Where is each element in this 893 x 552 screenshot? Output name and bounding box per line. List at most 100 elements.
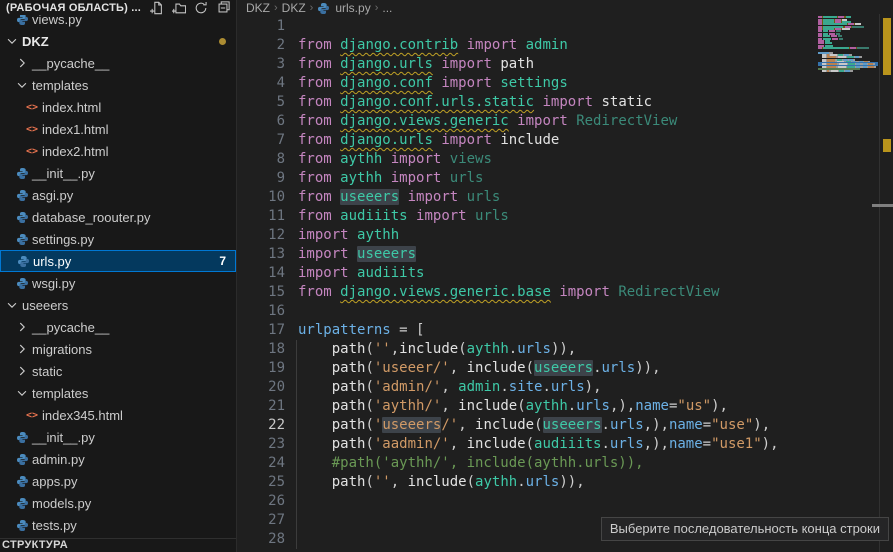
outline-section-header[interactable]: СТРУКТУРА	[0, 538, 236, 552]
chevron-down-icon[interactable]	[14, 77, 30, 93]
line-number[interactable]: 1	[249, 17, 285, 36]
code-line[interactable]: 6from django.views.generic import Redire…	[298, 112, 818, 131]
code-line[interactable]: 11from audiiits import urls	[298, 207, 818, 226]
chevron-right-icon[interactable]	[14, 341, 30, 357]
chevron-right-icon[interactable]	[14, 55, 30, 71]
code-line[interactable]: 8from aythh import views	[298, 150, 818, 169]
code-line[interactable]: 1	[298, 17, 818, 36]
tree-item-useeers[interactable]: useeers	[0, 294, 236, 316]
code-line[interactable]: 18 path('',include(aythh.urls)),	[298, 340, 818, 359]
line-number[interactable]: 9	[249, 169, 285, 188]
line-number[interactable]: 28	[249, 530, 285, 549]
line-number[interactable]: 19	[249, 359, 285, 378]
line-number[interactable]: 14	[249, 264, 285, 283]
line-number[interactable]: 16	[249, 302, 285, 321]
line-number[interactable]: 20	[249, 378, 285, 397]
tree-item-wsgi-py[interactable]: wsgi.py	[0, 272, 236, 294]
overview-ruler[interactable]	[879, 14, 893, 552]
breadcrumb-item[interactable]: DKZ	[282, 1, 306, 15]
tree-item-settings-py[interactable]: settings.py	[0, 228, 236, 250]
tree-item-dkz[interactable]: DKZ	[0, 30, 236, 52]
tree-item-index345-html[interactable]: <>index345.html	[0, 404, 236, 426]
tree-item-index-html[interactable]: <>index.html	[0, 96, 236, 118]
line-number[interactable]: 2	[249, 36, 285, 55]
code-line[interactable]: 12import aythh	[298, 226, 818, 245]
code-token	[298, 417, 332, 433]
collapse-all-icon[interactable]	[216, 1, 230, 15]
code-line[interactable]: 22 path('useeers/', include(useeers.urls…	[298, 416, 818, 435]
code-line[interactable]: 13import useeers	[298, 245, 818, 264]
chevron-down-icon[interactable]	[14, 385, 30, 401]
code-token: .	[542, 379, 550, 395]
breadcrumb-item[interactable]: urls.py	[335, 1, 370, 15]
code-line[interactable]: 3from django.urls import path	[298, 55, 818, 74]
code-line[interactable]: 14import audiiits	[298, 264, 818, 283]
line-number[interactable]: 17	[249, 321, 285, 340]
tree-item-templates[interactable]: templates	[0, 74, 236, 96]
line-number[interactable]: 3	[249, 55, 285, 74]
chevron-down-icon[interactable]	[4, 33, 20, 49]
tree-item--pycache-[interactable]: __pycache__	[0, 316, 236, 338]
line-number[interactable]: 10	[249, 188, 285, 207]
code-line[interactable]: 17urlpatterns = [	[298, 321, 818, 340]
tree-item-migrations[interactable]: migrations	[0, 338, 236, 360]
tree-item--init-py[interactable]: __init__.py	[0, 426, 236, 448]
code-area[interactable]: 12from django.contrib import admin3from …	[238, 17, 818, 552]
code-line[interactable]: 19 path('useeer/', include(useeers.urls)…	[298, 359, 818, 378]
line-number[interactable]: 21	[249, 397, 285, 416]
line-number[interactable]: 13	[249, 245, 285, 264]
tree-item-index2-html[interactable]: <>index2.html	[0, 140, 236, 162]
tree-item-models-py[interactable]: models.py	[0, 492, 236, 514]
line-number[interactable]: 15	[249, 283, 285, 302]
breadcrumb-item[interactable]: DKZ	[246, 1, 270, 15]
line-number[interactable]: 8	[249, 150, 285, 169]
tree-item-admin-py[interactable]: admin.py	[0, 448, 236, 470]
chevron-right-icon[interactable]	[14, 319, 30, 335]
code-line[interactable]: 24 #path('aythh/', include(aythh.urls)),	[298, 454, 818, 473]
tree-item-index1-html[interactable]: <>index1.html	[0, 118, 236, 140]
tree-item--init-py[interactable]: __init__.py	[0, 162, 236, 184]
code-line[interactable]: 2from django.contrib import admin	[298, 36, 818, 55]
tree-item-apps-py[interactable]: apps.py	[0, 470, 236, 492]
code-line[interactable]: 23 path('aadmin/', include(audiiits.urls…	[298, 435, 818, 454]
breadcrumb-item[interactable]: ...	[382, 1, 392, 15]
explorer-section-header[interactable]: (РАБОЧАЯ ОБЛАСТЬ) ...	[0, 0, 236, 15]
code-line[interactable]: 20 path('admin/', admin.site.urls),	[298, 378, 818, 397]
code-line[interactable]: 5from django.conf.urls.static import sta…	[298, 93, 818, 112]
line-number[interactable]: 23	[249, 435, 285, 454]
line-number[interactable]: 22	[249, 416, 285, 435]
line-number[interactable]: 4	[249, 74, 285, 93]
new-file-icon[interactable]	[150, 1, 164, 15]
line-number[interactable]: 6	[249, 112, 285, 131]
code-line[interactable]: 9from aythh import urls	[298, 169, 818, 188]
line-number[interactable]: 24	[249, 454, 285, 473]
chevron-right-icon[interactable]	[14, 363, 30, 379]
line-number[interactable]: 5	[249, 93, 285, 112]
tree-item-asgi-py[interactable]: asgi.py	[0, 184, 236, 206]
line-number[interactable]: 18	[249, 340, 285, 359]
chevron-down-icon[interactable]	[4, 297, 20, 313]
line-number[interactable]: 7	[249, 131, 285, 150]
line-number[interactable]: 12	[249, 226, 285, 245]
tree-item-database-roouter-py[interactable]: database_roouter.py	[0, 206, 236, 228]
new-folder-icon[interactable]	[172, 1, 186, 15]
code-line[interactable]: 4from django.conf import settings	[298, 74, 818, 93]
code-line[interactable]: 10from useeers import urls	[298, 188, 818, 207]
line-number[interactable]: 27	[249, 511, 285, 530]
code-line[interactable]: 25 path('', include(aythh.urls)),	[298, 473, 818, 492]
tree-item--pycache-[interactable]: __pycache__	[0, 52, 236, 74]
tree-item-urls-py[interactable]: urls.py7	[0, 250, 236, 272]
code-line[interactable]: 15from django.views.generic.base import …	[298, 283, 818, 302]
code-line[interactable]: 16	[298, 302, 818, 321]
refresh-icon[interactable]	[194, 1, 208, 15]
tree-item-templates[interactable]: templates	[0, 382, 236, 404]
line-number[interactable]: 25	[249, 473, 285, 492]
code-line[interactable]: 7from django.urls import include	[298, 131, 818, 150]
line-number[interactable]: 26	[249, 492, 285, 511]
code-line[interactable]: 21 path('aythh/', include(aythh.urls,),n…	[298, 397, 818, 416]
line-number[interactable]: 11	[249, 207, 285, 226]
minimap[interactable]	[818, 14, 878, 104]
code-line[interactable]: 26	[298, 492, 818, 511]
tree-item-tests-py[interactable]: tests.py	[0, 514, 236, 536]
tree-item-static[interactable]: static	[0, 360, 236, 382]
